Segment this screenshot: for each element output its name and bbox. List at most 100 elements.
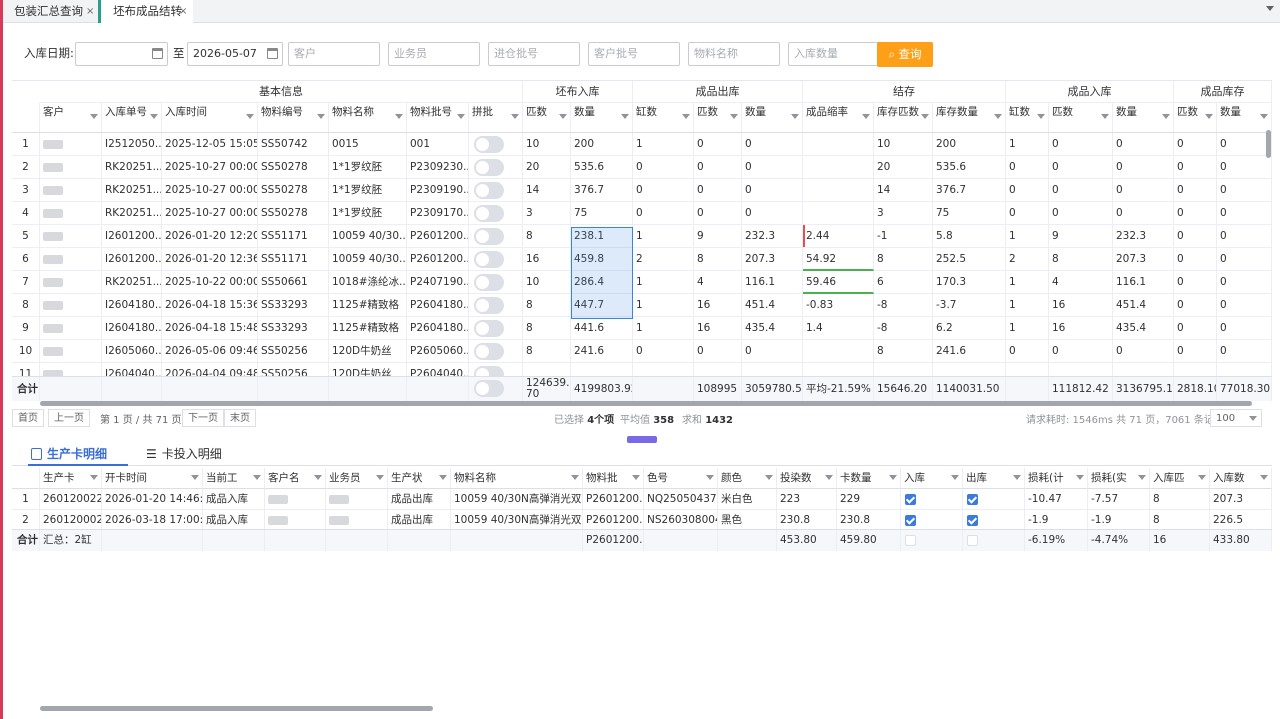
stock-in-checkbox[interactable]: [905, 515, 916, 526]
merge-toggle[interactable]: [474, 297, 504, 314]
filter-icon[interactable]: [1138, 475, 1146, 480]
merge-toggle[interactable]: [474, 274, 504, 291]
table-row[interactable]: 5I2601200...2026-01-20 12:20...SS5117110…: [12, 225, 1272, 248]
column-header[interactable]: 匹数: [1174, 103, 1217, 133]
material-input[interactable]: 物料名称: [688, 42, 780, 66]
next-page-button[interactable]: 下一页: [182, 409, 224, 427]
horizontal-scrollbar[interactable]: [40, 401, 1252, 406]
column-header[interactable]: 客户名: [265, 468, 326, 489]
tab-production-card[interactable]: 生产卡明细: [28, 444, 128, 466]
date-to-input[interactable]: 2026-05-07: [187, 42, 283, 66]
filter-icon[interactable]: [1260, 475, 1268, 480]
column-header[interactable]: 物料批号: [407, 103, 469, 133]
filter-icon[interactable]: [1101, 114, 1109, 119]
salesman-input[interactable]: 业务员: [388, 42, 480, 66]
table-row[interactable]: 22601200022...2026-03-18 17:00:01成品入库 成品出…: [12, 510, 1272, 531]
column-header[interactable]: 生产卡: [40, 468, 102, 489]
merge-toggle[interactable]: [474, 320, 504, 337]
column-header[interactable]: 颜色: [718, 468, 777, 489]
column-header[interactable]: 数量: [742, 103, 803, 133]
table-row[interactable]: 9I2604180...2026-04-18 15:48...SS3329311…: [12, 317, 1272, 340]
page-size-select[interactable]: 100: [1210, 409, 1262, 427]
column-header[interactable]: 入库数: [1210, 468, 1272, 489]
column-header[interactable]: 入库时间: [162, 103, 258, 133]
table-row[interactable]: 2 RK20251...2025-10-27 00:00...SS502781*1…: [12, 156, 1272, 179]
column-header[interactable]: 匹数: [1049, 103, 1113, 133]
filter-icon[interactable]: [921, 114, 929, 119]
close-icon[interactable]: ×: [86, 0, 94, 23]
filter-icon[interactable]: [1013, 475, 1021, 480]
table-row[interactable]: 10 I2605060...2026-05-06 09:46...SS502561…: [12, 340, 1272, 363]
filter-icon[interactable]: [1205, 114, 1213, 119]
filter-icon[interactable]: [951, 475, 959, 480]
filter-icon[interactable]: [90, 475, 98, 480]
filter-icon[interactable]: [559, 114, 567, 119]
merge-toggle[interactable]: [474, 136, 504, 153]
column-header[interactable]: 拼批: [469, 103, 523, 133]
filter-icon[interactable]: [621, 114, 629, 119]
merge-toggle[interactable]: [474, 380, 504, 397]
column-header[interactable]: 数量: [571, 103, 633, 133]
column-header[interactable]: 匹数: [523, 103, 571, 133]
table-row[interactable]: 4 RK20251...2025-10-27 00:00...SS502781*1…: [12, 202, 1272, 225]
merge-toggle[interactable]: [474, 228, 504, 245]
merge-toggle[interactable]: [474, 343, 504, 360]
column-header[interactable]: 物料名称: [329, 103, 407, 133]
column-header[interactable]: 匹数: [694, 103, 742, 133]
column-header[interactable]: 物料编号: [258, 103, 329, 133]
filter-icon[interactable]: [1037, 114, 1045, 119]
tab-package-summary[interactable]: 包装汇总查询 ×: [2, 0, 98, 23]
filter-icon[interactable]: [730, 114, 738, 119]
first-page-button[interactable]: 首页: [12, 409, 44, 427]
column-header[interactable]: 出库: [963, 468, 1025, 489]
filter-icon[interactable]: [1076, 475, 1084, 480]
column-header[interactable]: 投染数: [777, 468, 837, 489]
tab-fabric-transfer[interactable]: 坯布成品结转 ×: [101, 0, 193, 23]
merge-toggle[interactable]: [474, 205, 504, 222]
filter-icon[interactable]: [511, 114, 519, 119]
merge-toggle[interactable]: [474, 182, 504, 199]
stock-out-checkbox[interactable]: [967, 515, 978, 526]
vertical-scrollbar[interactable]: [1266, 130, 1271, 158]
filter-icon[interactable]: [1162, 114, 1170, 119]
batch-input[interactable]: 进仓批号: [488, 42, 580, 66]
stock-in-checkbox[interactable]: [905, 494, 916, 505]
column-header[interactable]: 缸数: [1006, 103, 1049, 133]
horizontal-scrollbar[interactable]: [40, 706, 433, 711]
filter-icon[interactable]: [317, 114, 325, 119]
filter-icon[interactable]: [706, 475, 714, 480]
filter-icon[interactable]: [889, 475, 897, 480]
filter-icon[interactable]: [682, 114, 690, 119]
column-header[interactable]: 色号: [644, 468, 718, 489]
quantity-input[interactable]: 入库数量: [788, 42, 880, 66]
filter-icon[interactable]: [457, 114, 465, 119]
table-row[interactable]: 3 RK20251...2025-10-27 00:00...SS502781*1…: [12, 179, 1272, 202]
table-row[interactable]: 6 I2601200...2026-01-20 12:36...SS5117110…: [12, 248, 1272, 271]
column-header[interactable]: 入库匹: [1150, 468, 1210, 489]
filter-icon[interactable]: [765, 475, 773, 480]
filter-icon[interactable]: [376, 475, 384, 480]
customer-batch-input[interactable]: 客户批号: [588, 42, 680, 66]
column-header[interactable]: 数量: [1217, 103, 1272, 133]
filter-icon[interactable]: [395, 114, 403, 119]
filter-icon[interactable]: [150, 114, 158, 119]
empty-checkbox[interactable]: [967, 535, 978, 546]
customer-input[interactable]: 客户: [288, 42, 380, 66]
filter-icon[interactable]: [862, 114, 870, 119]
merge-toggle[interactable]: [474, 159, 504, 176]
table-row[interactable]: 8I2604180...2026-04-18 15:36...SS3329311…: [12, 294, 1272, 317]
filter-icon[interactable]: [191, 475, 199, 480]
column-header[interactable]: 物料批: [583, 468, 644, 489]
column-header[interactable]: 缸数: [633, 103, 694, 133]
column-header[interactable]: 客户: [40, 103, 102, 133]
column-header[interactable]: 生产状: [388, 468, 451, 489]
filter-icon[interactable]: [90, 114, 98, 119]
column-header[interactable]: 业务员: [326, 468, 388, 489]
close-icon[interactable]: ×: [179, 0, 187, 23]
filter-icon[interactable]: [253, 475, 261, 480]
stock-out-checkbox[interactable]: [967, 494, 978, 505]
filter-icon[interactable]: [632, 475, 640, 480]
chevron-down-icon[interactable]: [1266, 6, 1274, 11]
filter-icon[interactable]: [825, 475, 833, 480]
query-button[interactable]: ⌕ 查询: [877, 42, 933, 67]
